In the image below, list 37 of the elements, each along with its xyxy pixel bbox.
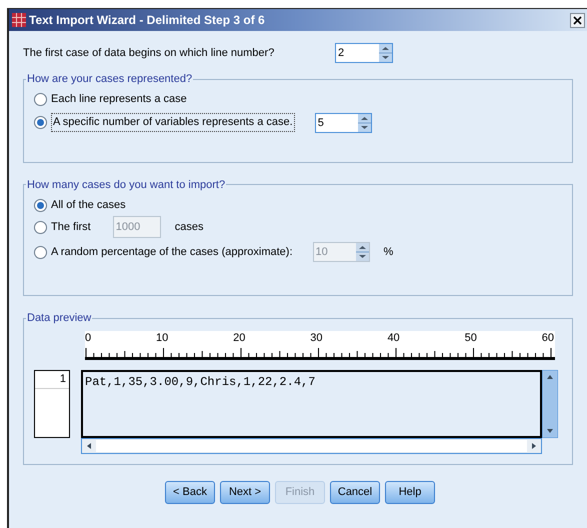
- ruler-label: 30: [310, 330, 323, 344]
- ruler-label: 10: [156, 330, 168, 344]
- spin-value: 2: [337, 46, 346, 61]
- dialog-button[interactable]: Next >: [220, 480, 270, 504]
- unit-label: %: [384, 244, 394, 260]
- radio-button[interactable]: [34, 116, 47, 129]
- option-label[interactable]: All of the cases: [51, 196, 126, 214]
- group-title: How are your cases represented?: [26, 72, 194, 87]
- dialog-button[interactable]: Help: [385, 480, 435, 504]
- unit-label: cases: [174, 220, 204, 235]
- spin-arrows-icon[interactable]: [379, 44, 392, 62]
- spin-arrows-icon[interactable]: [358, 114, 371, 132]
- radio-button[interactable]: [34, 198, 47, 212]
- spin-field[interactable]: 5: [314, 112, 372, 132]
- ruler-label: 60: [542, 330, 554, 344]
- spin-value: 10: [314, 245, 329, 260]
- ruler-label: 50: [464, 330, 477, 344]
- spin-value: 5: [316, 116, 325, 130]
- ruler-label: 20: [233, 330, 246, 344]
- dialog-button[interactable]: < Back: [165, 480, 215, 504]
- spin-field[interactable]: 2: [335, 43, 393, 63]
- option-label[interactable]: Each line represents a case: [51, 91, 187, 108]
- option-label[interactable]: A specific number of variables represents a case.: [51, 113, 295, 132]
- dialog-button[interactable]: Cancel: [330, 480, 380, 504]
- ruler-label: 40: [387, 330, 400, 344]
- first-line-label: The first case of data begins on which line number?: [23, 46, 276, 61]
- radio-button[interactable]: [34, 93, 47, 106]
- group-title: Data preview: [26, 311, 92, 326]
- ruler-label: 0: [85, 330, 92, 344]
- close-icon[interactable]: [570, 12, 585, 28]
- horizontal-scrollbar[interactable]: [81, 438, 542, 454]
- group-title: How many cases do you want to import?: [26, 178, 226, 192]
- vertical-scrollbar[interactable]: [542, 370, 558, 438]
- grid-app-icon: [12, 13, 26, 27]
- preview-line: Pat,1,35,3.00,9,Chris,1,22,2.4,7: [85, 374, 316, 388]
- window-title: Text Import Wizard - Delimited Step 3 of 6: [29, 12, 265, 29]
- row-number: 1: [35, 370, 69, 388]
